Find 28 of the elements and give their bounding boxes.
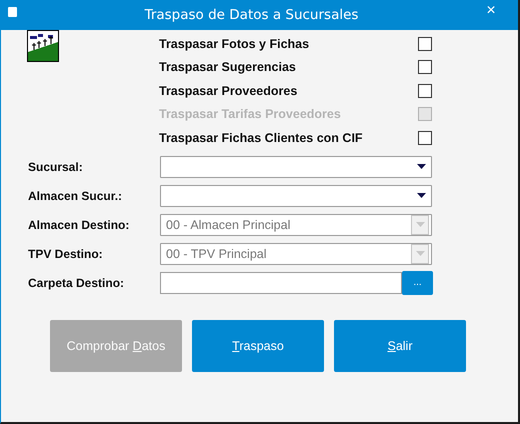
checkbox[interactable] [418, 36, 432, 51]
dropdown[interactable] [160, 184, 432, 206]
field-label: Sucursal: [27, 160, 84, 174]
close-button[interactable]: × [476, 2, 506, 20]
input-field[interactable] [160, 272, 402, 294]
action-button[interactable]: Salir [334, 320, 466, 372]
caret-icon [416, 251, 424, 256]
dropdown[interactable] [160, 156, 432, 178]
field-label: Carpeta Destino: [27, 276, 126, 290]
option-label: Traspasar Proveedores [159, 84, 298, 98]
option-label: Traspasar Fotos y Fichas [159, 36, 310, 51]
option-label: Traspasar Fichas Clientes con CIF [159, 130, 364, 145]
checkbox[interactable] [418, 60, 432, 74]
option-label: Traspasar Sugerencias [159, 60, 297, 74]
action-button[interactable]: Traspaso [192, 320, 324, 372]
checkbox[interactable] [418, 84, 432, 98]
window-title: Traspaso de Datos a Sucursales [144, 7, 360, 23]
caret-icon [416, 193, 426, 198]
field-label: Almacen Destino: [27, 218, 130, 232]
caret-icon [416, 164, 426, 169]
app-icon [8, 7, 17, 17]
field-label: Almacen Sucur.: [27, 188, 124, 202]
browse-button[interactable]: ... [402, 270, 433, 294]
landscape-icon [27, 30, 59, 62]
checkbox[interactable] [418, 130, 432, 145]
caret-icon [416, 222, 424, 227]
field-label: TPV Destino: [27, 246, 104, 260]
option-label: Traspasar Tarifas Proveedores [159, 107, 342, 122]
